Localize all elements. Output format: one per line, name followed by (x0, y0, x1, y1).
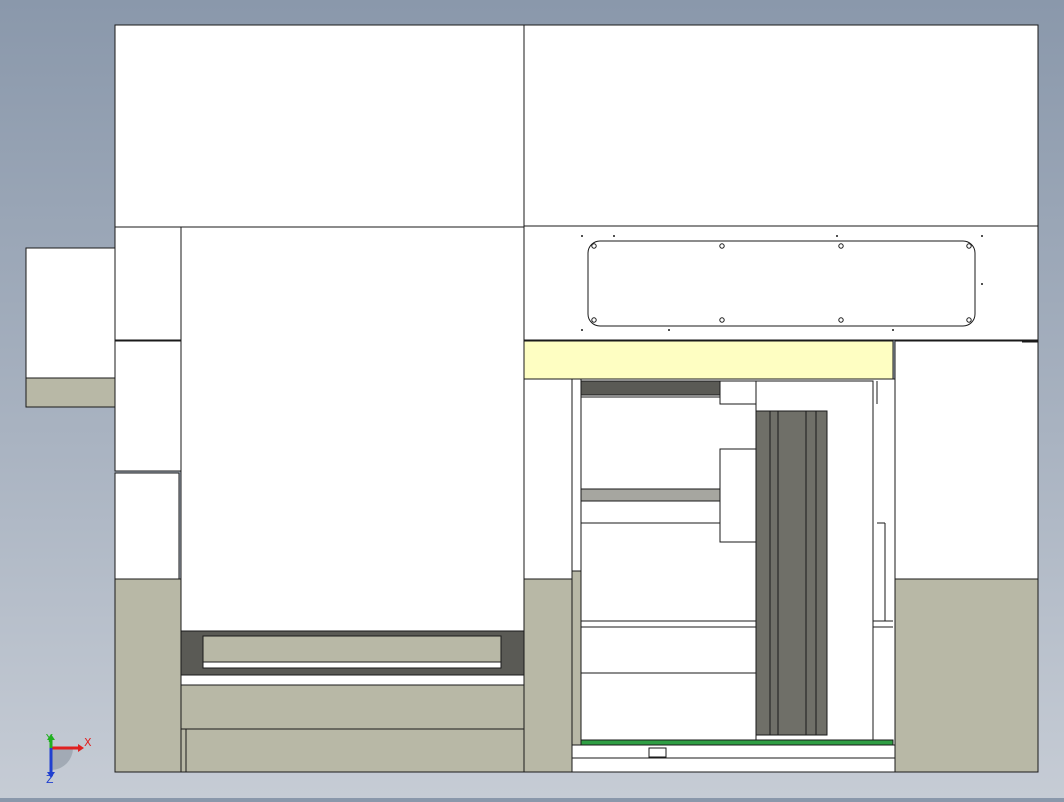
left-column-panel-1 (114, 226, 182, 341)
lower-base-block (180, 684, 525, 730)
yellow-rail-strip (523, 340, 894, 380)
cavity-floor (571, 744, 896, 759)
left-side-box-base (25, 377, 116, 408)
top-right-panel (523, 24, 1039, 227)
tray-inner (202, 635, 502, 663)
model-view[interactable]: X Y Z (0, 0, 1064, 798)
left-side-box (25, 247, 116, 379)
cavity-floor-tab (648, 747, 667, 758)
left-column-panel-3 (114, 472, 180, 580)
triad-z-label: Z (46, 773, 54, 786)
center-door-panel (180, 226, 525, 632)
cavity-floor-strip (580, 739, 894, 746)
top-rail-light (580, 394, 721, 398)
top-rail (580, 380, 721, 396)
bottom-base-strip (180, 728, 573, 773)
right-side-base (894, 578, 1039, 773)
access-hatch-cover (587, 240, 976, 327)
cavity-left-post (571, 570, 582, 753)
coordinate-triad-icon: X Y Z (45, 732, 92, 786)
left-column-panel-2 (114, 340, 182, 472)
cad-viewport[interactable]: X Y Z (0, 0, 1064, 798)
triad-y-label: Y (45, 732, 53, 745)
cavity-bottom (571, 757, 896, 773)
tray-ledge (180, 674, 525, 686)
mid-column-base (523, 578, 573, 773)
mid-column-panel (523, 378, 573, 580)
top-left-panel (114, 24, 525, 228)
triad-x-label: X (84, 736, 92, 749)
tray-lip (202, 661, 502, 669)
left-column-base (114, 578, 182, 773)
middle-rail (580, 488, 721, 502)
right-side-panel (894, 340, 1039, 580)
